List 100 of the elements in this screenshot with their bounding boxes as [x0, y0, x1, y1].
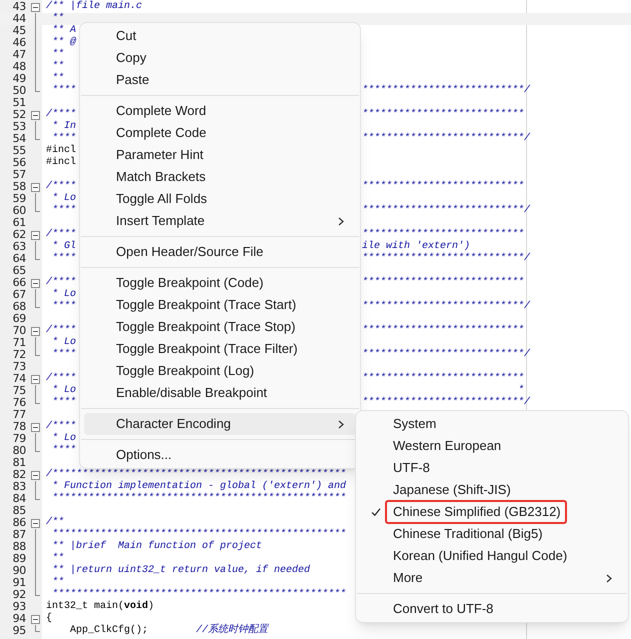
menu-item[interactable]: Convert to UTF-8: [360, 598, 624, 620]
line-number: 64: [12, 253, 26, 265]
code-comment: ***************************: [362, 277, 524, 289]
line-number: 88: [12, 541, 26, 553]
menu-item[interactable]: Insert Template: [84, 210, 356, 232]
menu-item[interactable]: Western European: [360, 435, 624, 457]
line-number: 76: [12, 397, 26, 409]
line-number: 56: [12, 157, 26, 169]
code-comment: ****: [51, 397, 76, 409]
code-comment: ****: [51, 301, 76, 313]
code-comment: **: [51, 577, 64, 588]
line-number: 92: [12, 589, 26, 601]
fold-toggle[interactable]: [31, 279, 40, 288]
fold-toggle[interactable]: [31, 3, 40, 12]
line-number: 80: [12, 445, 26, 457]
menu-item[interactable]: Chinese Simplified (GB2312): [360, 501, 624, 523]
fold-toggle[interactable]: [31, 615, 40, 624]
menu-item[interactable]: Copy: [84, 47, 356, 69]
line-number: 53: [12, 121, 26, 133]
menu-item[interactable]: Toggle Breakpoint (Trace Stop): [84, 316, 356, 338]
code-text: int32_t main(void): [46, 601, 154, 612]
fold-bracket: [35, 241, 40, 260]
code-comment: /****: [46, 277, 76, 288]
line-number: 72: [12, 349, 26, 361]
menu-item[interactable]: Cut: [84, 25, 356, 47]
line-number: 59: [12, 193, 26, 205]
line-number: 50: [12, 85, 26, 97]
line-number: 84: [12, 493, 26, 505]
menu-item[interactable]: Toggle Breakpoint (Log): [84, 360, 356, 382]
menu-item[interactable]: Enable/disable Breakpoint: [84, 382, 356, 404]
fold-toggle[interactable]: [31, 231, 40, 240]
code-comment: **: [51, 553, 64, 564]
code-comment: **: [51, 73, 64, 84]
line-number: 83: [12, 481, 26, 493]
line-number: 79: [12, 433, 26, 445]
menu-item[interactable]: More: [360, 567, 624, 589]
code-comment: **: [51, 61, 64, 72]
code-text: {: [46, 613, 52, 625]
code-comment: * Gl: [51, 241, 76, 252]
menu-item[interactable]: Japanese (Shift-JIS): [360, 479, 624, 501]
code-comment: * Lo: [51, 289, 76, 300]
fold-toggle[interactable]: [31, 327, 40, 336]
fold-bracket: [35, 121, 40, 140]
menu-item[interactable]: UTF-8: [360, 457, 624, 479]
fold-toggle[interactable]: [31, 519, 40, 528]
line-number: 65: [12, 265, 26, 277]
line-number: 62: [12, 229, 26, 241]
code-text: #incl: [46, 145, 76, 156]
code-comment: ***************************/: [362, 397, 530, 409]
fold-toggle[interactable]: [31, 423, 40, 432]
line-number: 66: [12, 277, 26, 289]
menu-item[interactable]: Korean (Unified Hangul Code): [360, 545, 624, 567]
code-comment: ** A: [51, 25, 76, 36]
code-comment: **: [51, 49, 64, 60]
menu-item[interactable]: Paste: [84, 69, 356, 91]
code-comment: * Lo: [51, 433, 76, 444]
menu-item[interactable]: Toggle All Folds: [84, 188, 356, 210]
menu-item[interactable]: System: [360, 413, 624, 435]
fold-bracket: [35, 481, 40, 500]
code-comment: ***************************/: [362, 133, 530, 145]
menu-item[interactable]: Complete Code: [84, 122, 356, 144]
code-comment: /****: [46, 181, 76, 192]
line-number: 75: [12, 385, 26, 397]
line-number: 77: [12, 409, 26, 421]
code-comment: //系统时钟配置: [195, 625, 268, 637]
code-comment: ** |brief Main function of project: [51, 541, 262, 552]
fold-bracket: [35, 625, 40, 632]
line-number: 44: [12, 13, 26, 25]
menu-item[interactable]: Toggle Breakpoint (Code): [84, 272, 356, 294]
menu-item[interactable]: Chinese Traditional (Big5): [360, 523, 624, 545]
fold-toggle[interactable]: [31, 375, 40, 384]
menu-item[interactable]: Options...: [84, 444, 356, 466]
line-number: 87: [12, 529, 26, 541]
line-number: 94: [12, 613, 26, 625]
fold-toggle[interactable]: [31, 111, 40, 120]
menu-item[interactable]: Parameter Hint: [84, 144, 356, 166]
code-comment: * Lo: [51, 385, 76, 396]
menu-item[interactable]: Complete Word: [84, 100, 356, 122]
line-number: 54: [12, 133, 26, 145]
code-comment: ****: [51, 85, 76, 97]
code-comment: ***************************/: [362, 85, 530, 97]
menu-item[interactable]: Match Brackets: [84, 166, 356, 188]
line-number: 68: [12, 301, 26, 313]
fold-toggle[interactable]: [31, 183, 40, 192]
menu-item[interactable]: Toggle Breakpoint (Trace Start): [84, 294, 356, 316]
menu-item[interactable]: Toggle Breakpoint (Trace Filter): [84, 338, 356, 360]
fold-bracket: [35, 337, 40, 356]
line-number: 52: [12, 109, 26, 121]
menu-item[interactable]: Character Encoding: [84, 413, 356, 435]
line-number: 49: [12, 73, 26, 85]
line-number: 74: [12, 373, 26, 385]
code-comment: /**: [46, 517, 64, 528]
line-number: 55: [12, 145, 26, 157]
fold-toggle[interactable]: [31, 471, 40, 480]
code-comment: *************************************************: [51, 529, 346, 540]
line-number: 95: [12, 625, 26, 637]
code-comment: ****: [51, 205, 76, 217]
fold-bracket: [35, 529, 40, 596]
line-number: 70: [12, 325, 26, 337]
menu-item[interactable]: Open Header/Source File: [84, 241, 356, 263]
